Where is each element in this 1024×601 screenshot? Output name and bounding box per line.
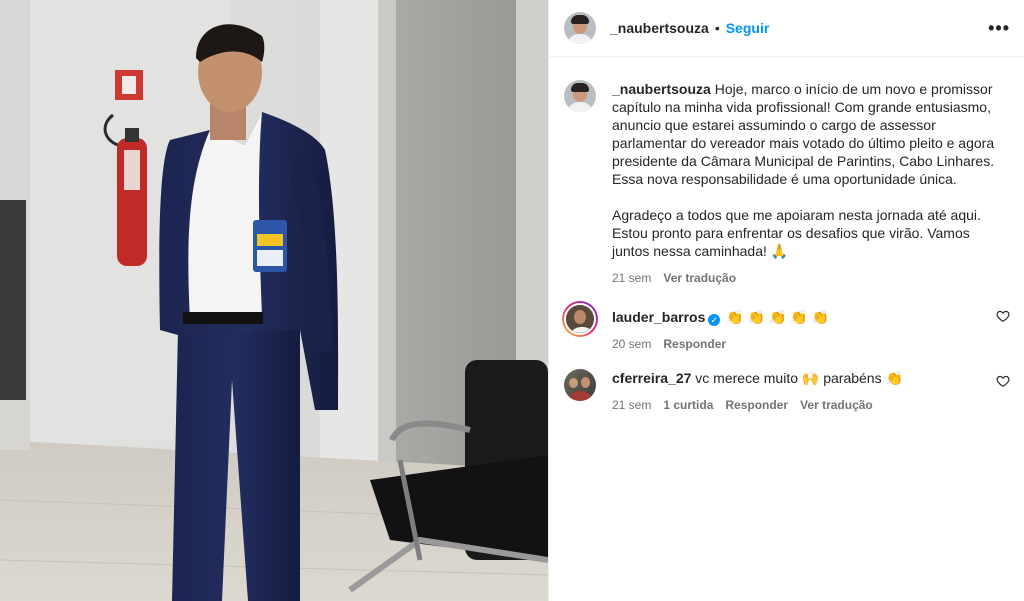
- reply-button[interactable]: Responder: [663, 335, 726, 353]
- caption-time[interactable]: 21 sem: [612, 269, 651, 287]
- comment-likes[interactable]: 1 curtida: [663, 396, 713, 414]
- caption-body: _naubertsouza Hoje, marco o início de um…: [612, 80, 1002, 287]
- heart-icon[interactable]: [996, 374, 1010, 388]
- more-icon[interactable]: •••: [988, 18, 1010, 39]
- separator-dot: •: [714, 20, 720, 36]
- post-header: _naubertsouza • Seguir •••: [549, 0, 1024, 57]
- commenter-avatar[interactable]: [564, 369, 596, 401]
- author-username[interactable]: _naubertsouza: [610, 20, 709, 36]
- comment-username[interactable]: cferreira_27: [612, 370, 691, 386]
- reply-button[interactable]: Responder: [725, 396, 788, 414]
- caption-username[interactable]: _naubertsouza: [612, 81, 711, 97]
- caption-meta: 21 sem Ver tradução: [612, 269, 1002, 287]
- post-details-panel: _naubertsouza • Seguir ••• _naubertsouza…: [548, 0, 1024, 601]
- comment-body: lauder_barros ✓ 👏 👏 👏 👏 👏 20 sem Responder: [612, 301, 1002, 353]
- comment-meta: 21 sem 1 curtida Responder Ver tradução: [612, 396, 1002, 414]
- comment-text: 👏 👏 👏 👏 👏: [726, 309, 830, 325]
- caption-paragraph-2: Agradeço a todos que me apoiaram nesta j…: [612, 207, 981, 259]
- commenter-avatar-ring[interactable]: [562, 301, 598, 337]
- comment-username[interactable]: lauder_barros: [612, 309, 705, 325]
- verified-badge-icon: ✓: [708, 314, 721, 326]
- caption-translate-link[interactable]: Ver tradução: [663, 269, 736, 287]
- comment-item: cferreira_27 vc merece muito 🙌 parabéns …: [564, 369, 1010, 414]
- caption-paragraph-1: _naubertsouza Hoje, marco o início de um…: [612, 80, 1002, 188]
- comment-time[interactable]: 21 sem: [612, 396, 651, 414]
- comment-body: cferreira_27 vc merece muito 🙌 parabéns …: [612, 369, 1002, 414]
- comment-time[interactable]: 20 sem: [612, 335, 651, 353]
- post-photo[interactable]: [0, 0, 548, 601]
- comment-text: vc merece muito 🙌 parabéns 👏: [695, 370, 903, 386]
- caption-avatar[interactable]: [564, 80, 596, 112]
- caption: _naubertsouza Hoje, marco o início de um…: [564, 80, 1010, 287]
- author-avatar[interactable]: [564, 12, 596, 44]
- comments-list: _naubertsouza Hoje, marco o início de um…: [549, 57, 1024, 414]
- translate-link[interactable]: Ver tradução: [800, 396, 873, 414]
- photo-scene: [0, 0, 548, 601]
- comment-meta: 20 sem Responder: [612, 335, 1002, 353]
- commenter-avatar: [564, 303, 596, 335]
- comment-item: lauder_barros ✓ 👏 👏 👏 👏 👏 20 sem Responder: [562, 301, 1010, 353]
- follow-button[interactable]: Seguir: [726, 20, 770, 36]
- heart-icon[interactable]: [996, 309, 1010, 323]
